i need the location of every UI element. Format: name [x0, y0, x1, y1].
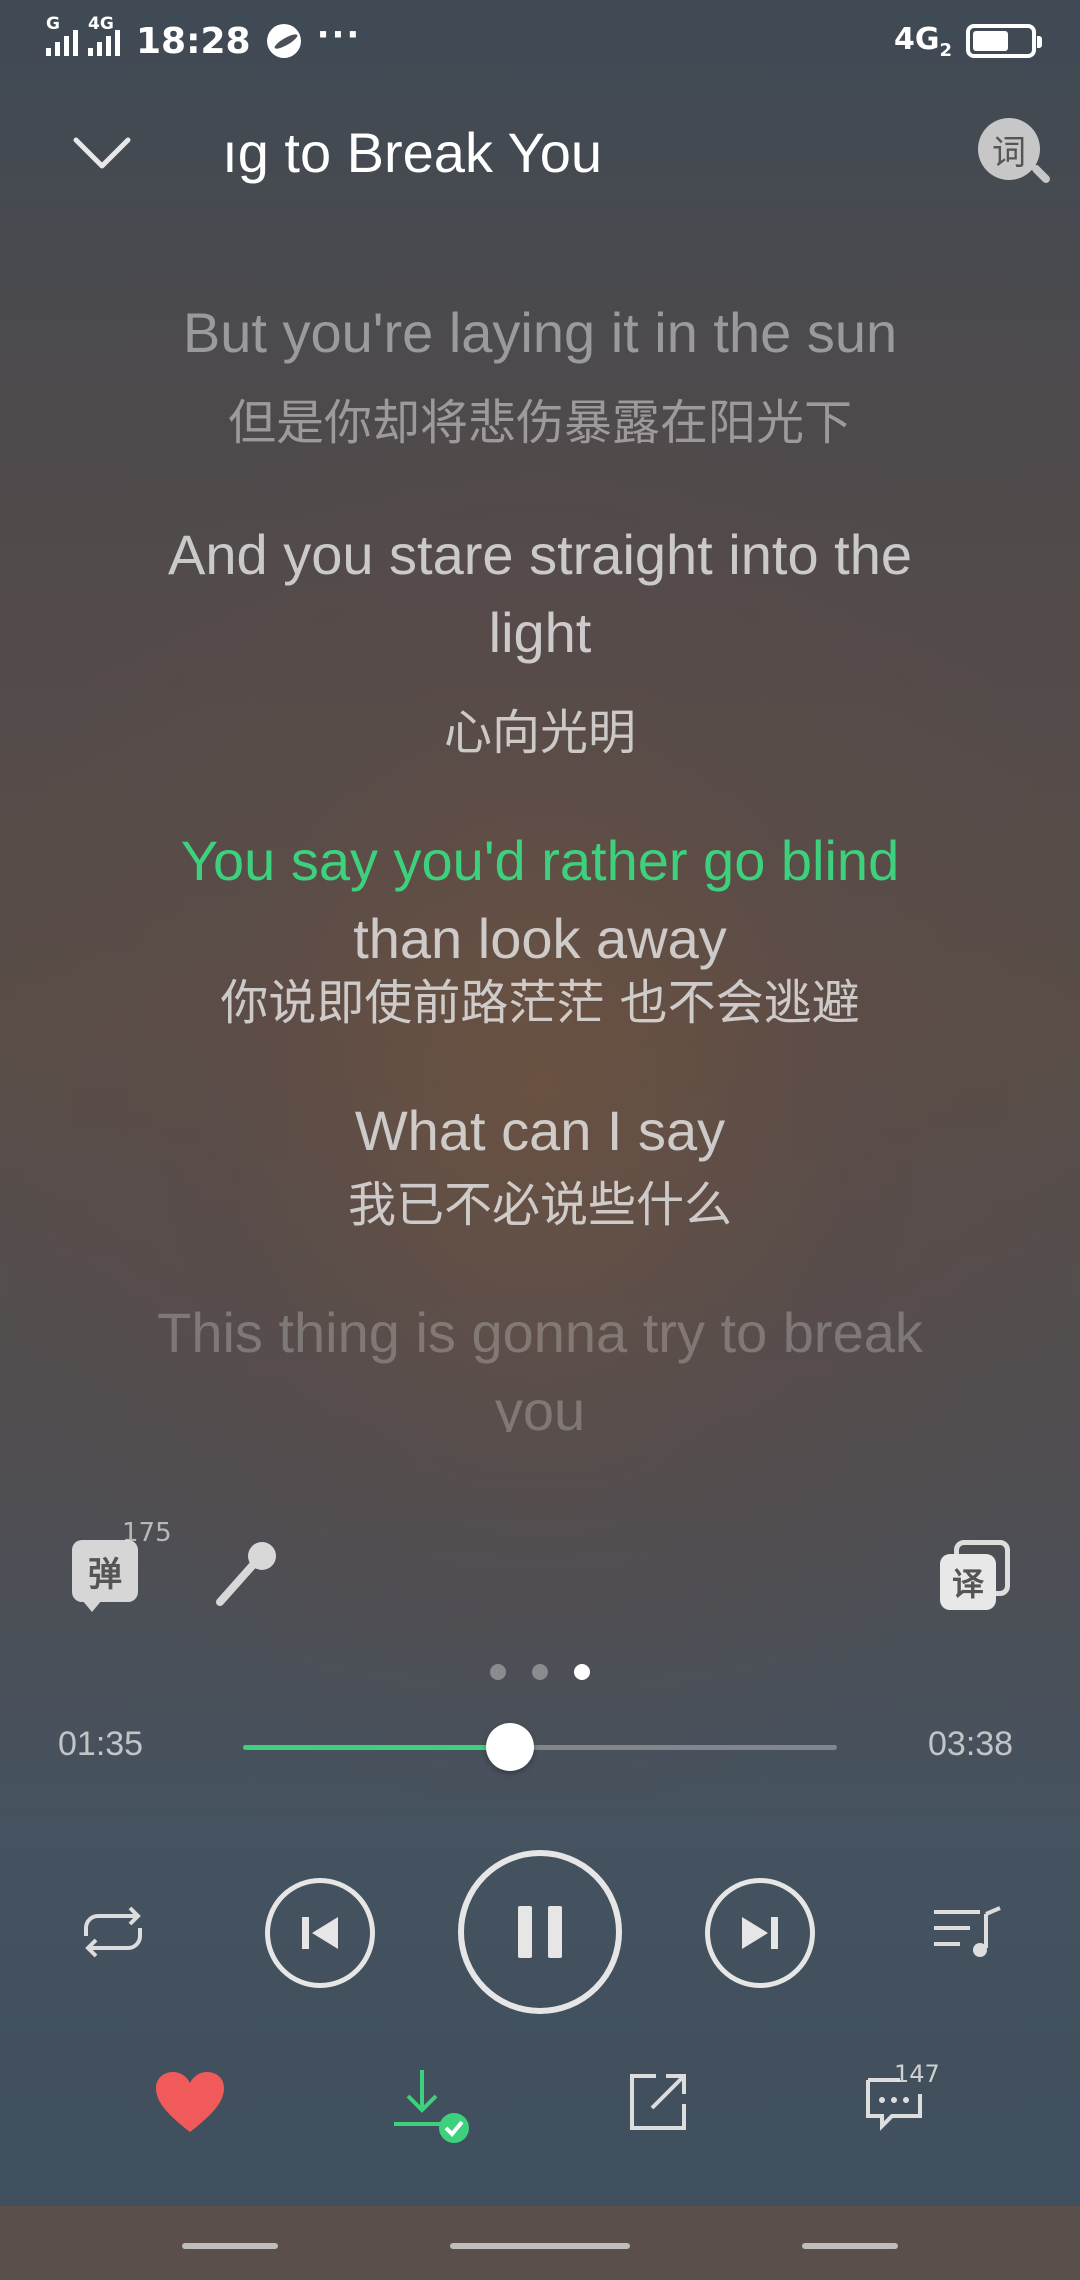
previous-track-button[interactable] [265, 1878, 375, 1988]
progress-played [243, 1745, 511, 1750]
lyric-line-en: And you stare straight into the light [168, 523, 912, 664]
lyric-line-zh: 心向光明 [443, 705, 636, 761]
like-button[interactable] [154, 2070, 226, 2136]
lyric-line-en: What can I say [354, 1099, 726, 1162]
song-title: ıg to Break You [222, 121, 602, 184]
total-time: 03:38 [928, 1725, 1014, 1763]
microphone-icon [216, 1542, 276, 1606]
app-notification-icon [266, 24, 301, 58]
karaoke-mic-button[interactable] [210, 1530, 290, 1610]
lyric-line-en: This thing is gonna try to break you [157, 1301, 923, 1432]
nav-home-handle[interactable] [450, 2243, 630, 2249]
page-dot[interactable] [532, 1664, 548, 1680]
lyric-line-zh: 你说即使前路茫茫 也不会逃避 [220, 975, 860, 1031]
system-nav-bar [0, 2206, 1080, 2280]
heart-icon [156, 2072, 224, 2132]
player-header: ıg to Break You 词 [0, 100, 1080, 210]
progress-thumb[interactable] [486, 1723, 535, 1771]
battery-icon [966, 24, 1042, 58]
repeat-mode-button[interactable] [72, 1900, 154, 1964]
lyric-line-en-continued: than look away [353, 907, 727, 970]
signal-sim2-icon: 4G [88, 14, 120, 56]
next-track-button[interactable] [705, 1878, 815, 1988]
share-button[interactable] [626, 2070, 690, 2134]
page-indicator [0, 1664, 1080, 1680]
playlist-button[interactable] [930, 1900, 1004, 1964]
nav-back-handle[interactable] [802, 2243, 898, 2249]
network-label: 4G [893, 21, 940, 57]
chevron-down-icon [73, 137, 131, 169]
playlist-icon [934, 1906, 1001, 1957]
nav-recents-handle[interactable] [182, 2243, 278, 2249]
lyric-line-active: You say you'd rather go blind [180, 829, 900, 892]
pause-button[interactable] [458, 1850, 622, 2014]
repeat-icon [84, 1906, 142, 1958]
translate-button[interactable]: 译 [940, 1540, 1010, 1610]
lyric-line-zh: 但是你却将悲伤暴露在阳光下 [227, 395, 852, 451]
network-type: 4G2 [894, 22, 952, 61]
lyric-search-button[interactable]: 词 [978, 118, 1052, 188]
skip-next-icon [742, 1917, 778, 1949]
current-time: 01:35 [58, 1725, 144, 1763]
pause-icon [518, 1906, 562, 1958]
sim2-network-tag: 4G [88, 14, 114, 34]
network-sub-label: 2 [939, 39, 952, 61]
sim1-network-tag: G [46, 14, 60, 34]
progress-slider[interactable] [243, 1723, 837, 1771]
share-icon [630, 2074, 686, 2130]
download-button[interactable] [390, 2066, 474, 2146]
status-bar: G 4G 18:28 ··· 4G2 [0, 0, 1080, 80]
skip-previous-icon [302, 1917, 338, 1949]
lyric-search-icon: 词 [978, 118, 1040, 180]
danmu-button[interactable]: 弹 [72, 1540, 138, 1612]
translate-icon: 译 [940, 1554, 996, 1610]
lyric-line-en: But you're laying it in the sun [182, 301, 898, 364]
page-dot[interactable] [490, 1664, 506, 1680]
lyrics-panel[interactable]: But you're laying it in the sun 但是你却将悲伤暴… [0, 270, 1080, 1530]
lyric-line-zh: 我已不必说些什么 [347, 1177, 732, 1233]
collapse-player-button[interactable] [70, 124, 134, 184]
danmu-count: 175 [122, 1518, 172, 1548]
page-dot-active[interactable] [574, 1664, 590, 1680]
more-notifications-icon: ··· [316, 15, 362, 55]
signal-sim1-icon: G [46, 14, 78, 56]
song-title-marquee: ıg to Break You [190, 110, 610, 200]
comment-count: 147 [894, 2060, 940, 2088]
status-time: 18:28 [136, 20, 251, 62]
downloaded-icon [394, 2070, 469, 2143]
